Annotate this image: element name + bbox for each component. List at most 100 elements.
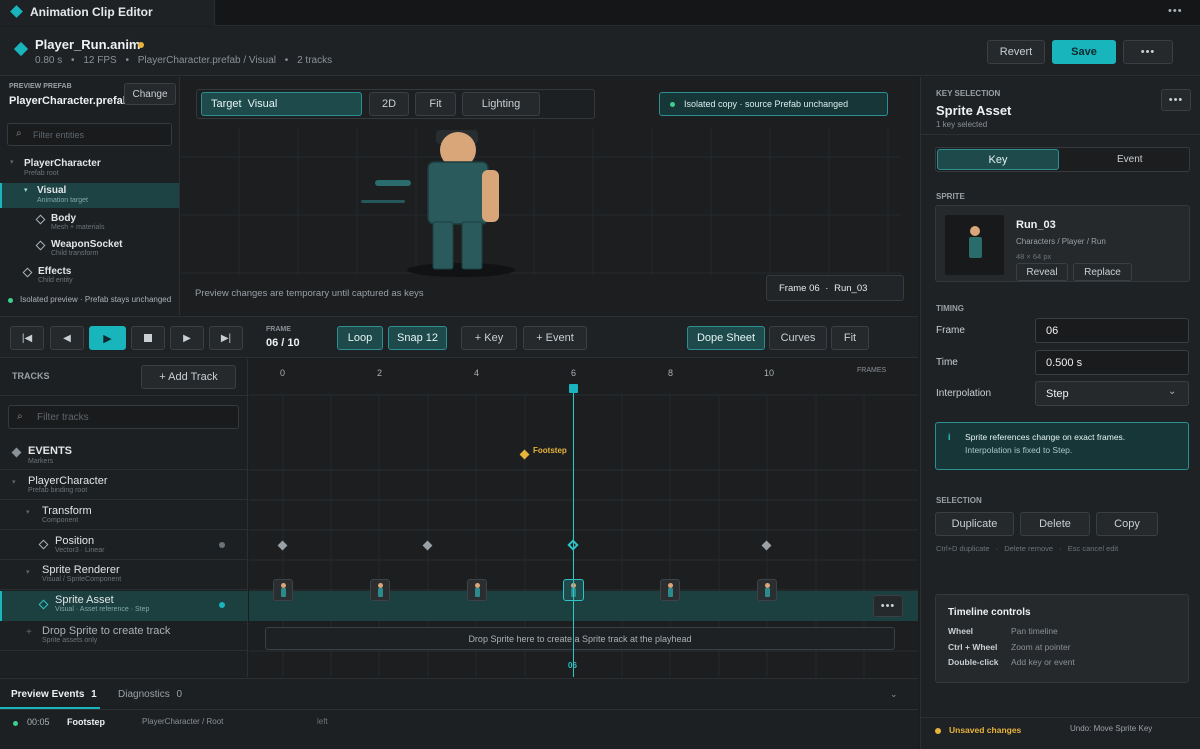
- track-list: TRACKS + Add Track ⌕ Filter tracks EVENT…: [0, 359, 248, 677]
- diamond-outline-icon: [35, 240, 46, 251]
- chevron-down-icon: ▾: [12, 479, 16, 486]
- track-dot-icon: [219, 542, 225, 548]
- track-row-playercharacter[interactable]: ▾ PlayerCharacter Prefab binding root: [0, 471, 248, 500]
- sprite-key[interactable]: [660, 579, 680, 601]
- playhead-label: 06: [568, 661, 577, 670]
- viewport[interactable]: Target Visual 2D Fit Lighting Isolated c…: [181, 77, 918, 315]
- loop-toggle[interactable]: Loop: [337, 326, 383, 350]
- search-icon: ⌕: [16, 128, 22, 139]
- tree-item-body[interactable]: Body Mesh + materials: [0, 211, 179, 235]
- step-back-button[interactable]: ◀: [50, 326, 84, 350]
- stop-button[interactable]: [131, 326, 165, 350]
- track-dot-icon: [219, 602, 225, 608]
- inspector: KEY SELECTION Sprite Asset 1 key selecte…: [920, 77, 1200, 749]
- sprite-key[interactable]: [467, 579, 487, 601]
- track-row-transform[interactable]: ▾ Transform Component: [0, 501, 248, 530]
- timeline-controls-card: Timeline controls Wheel Pan timeline Ctr…: [935, 594, 1189, 683]
- change-prefab-button[interactable]: Change: [124, 83, 176, 105]
- inspector-more-button[interactable]: •••: [1161, 89, 1191, 111]
- file-meta: 0.80 s • 12 FPS • PlayerCharacter.prefab…: [35, 55, 333, 66]
- event-label: Footstep: [533, 446, 567, 455]
- duplicate-button[interactable]: Duplicate: [935, 512, 1014, 536]
- interpolation-select[interactable]: Step ⌄: [1035, 381, 1189, 406]
- viewport-note: Preview changes are temporary until capt…: [195, 288, 424, 299]
- sprite-thumbnail: [945, 215, 1004, 275]
- ruler-tick: 6: [571, 368, 577, 378]
- view-2d-button[interactable]: 2D: [369, 92, 409, 116]
- tree-item-visual[interactable]: ▾ Visual Animation target: [0, 183, 179, 208]
- tab-key[interactable]: Key: [937, 149, 1059, 170]
- revert-button[interactable]: Revert: [987, 40, 1045, 64]
- play-button[interactable]: ▶: [89, 326, 126, 350]
- tree-item-effects[interactable]: Effects Child entity: [0, 264, 179, 288]
- track-row-position[interactable]: Position Vector3 · Linear: [0, 531, 248, 560]
- replace-button[interactable]: Replace: [1073, 263, 1132, 281]
- frame-label: FRAME: [266, 326, 291, 333]
- frame-field[interactable]: 06: [1035, 318, 1189, 343]
- event-marker-icon: [11, 447, 22, 458]
- save-button[interactable]: Save: [1052, 40, 1116, 64]
- app-menu-button[interactable]: •••: [1168, 5, 1183, 17]
- target-select[interactable]: Target Visual: [201, 92, 362, 116]
- timeline[interactable]: 0 2 4 6 8 10 FRAMES Footstep ••• Drop Sp…: [249, 359, 918, 677]
- unsaved-dot-icon: [935, 728, 941, 734]
- tab-preview-events[interactable]: Preview Events 1: [11, 689, 97, 700]
- prefab-name: PlayerCharacter.prefab: [9, 95, 130, 107]
- chevron-down-icon: ▾: [10, 159, 14, 166]
- lighting-button[interactable]: Lighting: [462, 92, 540, 116]
- frame-field-label: Frame: [936, 325, 965, 336]
- track-row-sprite-renderer[interactable]: ▾ Sprite Renderer Visual / SpriteCompone…: [0, 561, 248, 590]
- sprite-key[interactable]: [370, 579, 390, 601]
- header-more-button[interactable]: •••: [1123, 40, 1173, 64]
- ruler-tick: 8: [668, 368, 674, 378]
- delete-button[interactable]: Delete: [1020, 512, 1090, 536]
- time-field-label: Time: [936, 357, 958, 368]
- track-row-drop-sprite[interactable]: + Drop Sprite to create track Sprite ass…: [0, 622, 248, 651]
- dope-sheet-tab[interactable]: Dope Sheet: [687, 326, 765, 350]
- reveal-button[interactable]: Reveal: [1016, 263, 1068, 281]
- time-field[interactable]: 0.500 s: [1035, 350, 1189, 375]
- track-filter[interactable]: ⌕ Filter tracks: [8, 405, 239, 429]
- inspector-sub: 1 key selected: [936, 120, 988, 129]
- undo-hint[interactable]: Undo: Move Sprite Key: [1070, 724, 1152, 733]
- jump-end-button[interactable]: ▶|: [209, 326, 243, 350]
- info-box: i Sprite references change on exact fram…: [935, 422, 1189, 470]
- sprite-size: 48 × 64 px: [1016, 252, 1052, 261]
- track-row-events[interactable]: EVENTS Markers: [0, 439, 248, 470]
- track-row-sprite-asset[interactable]: Sprite Asset Visual · Asset reference · …: [0, 591, 248, 621]
- collapse-chevron-icon[interactable]: ⌄: [890, 689, 898, 700]
- timing-section-label: TIMING: [936, 304, 964, 313]
- tracks-label: TRACKS: [12, 371, 50, 381]
- jump-start-button[interactable]: |◀: [10, 326, 44, 350]
- sprite-key[interactable]: [273, 579, 293, 601]
- curves-tab[interactable]: Curves: [769, 326, 827, 350]
- tab-event[interactable]: Event: [1117, 154, 1143, 165]
- drop-zone[interactable]: Drop Sprite here to create a Sprite trac…: [265, 627, 895, 650]
- snap-toggle[interactable]: Snap 12: [388, 326, 447, 350]
- tree-item-playercharacter[interactable]: ▾ PlayerCharacter Prefab root: [0, 155, 179, 179]
- status-dot-icon: [8, 298, 13, 303]
- playhead[interactable]: [573, 389, 574, 677]
- title-bar: Animation Clip Editor •••: [0, 0, 1200, 26]
- step-forward-button[interactable]: ▶: [170, 326, 204, 350]
- fit-view-button[interactable]: Fit: [415, 92, 456, 116]
- sprite-key[interactable]: [757, 579, 777, 601]
- entity-filter-placeholder: Filter entities: [33, 130, 85, 140]
- tab-diagnostics[interactable]: Diagnostics 0: [118, 689, 182, 700]
- entity-filter[interactable]: ⌕ Filter entities: [7, 123, 172, 146]
- copy-button[interactable]: Copy: [1096, 512, 1158, 536]
- prev-frame-icon: ◀: [63, 332, 71, 344]
- add-track-button[interactable]: + Add Track: [141, 365, 236, 389]
- playhead-handle[interactable]: [569, 384, 578, 393]
- frame-counter: 06 / 10: [266, 337, 300, 349]
- track-more-button[interactable]: •••: [873, 595, 903, 617]
- add-event-button[interactable]: + Event: [523, 326, 587, 350]
- timeline-fit-button[interactable]: Fit: [831, 326, 869, 350]
- diamond-outline-icon: [38, 599, 49, 610]
- add-key-button[interactable]: + Key: [461, 326, 517, 350]
- clip-diamond-icon: [13, 41, 29, 57]
- stop-icon: [144, 334, 152, 342]
- tree-item-weaponsocket[interactable]: WeaponSocket Child transform: [0, 237, 179, 261]
- sprite-path: Characters / Player / Run: [1016, 237, 1106, 246]
- event-log-row[interactable]: 00:05 Footstep PlayerCharacter / Root le…: [0, 713, 918, 733]
